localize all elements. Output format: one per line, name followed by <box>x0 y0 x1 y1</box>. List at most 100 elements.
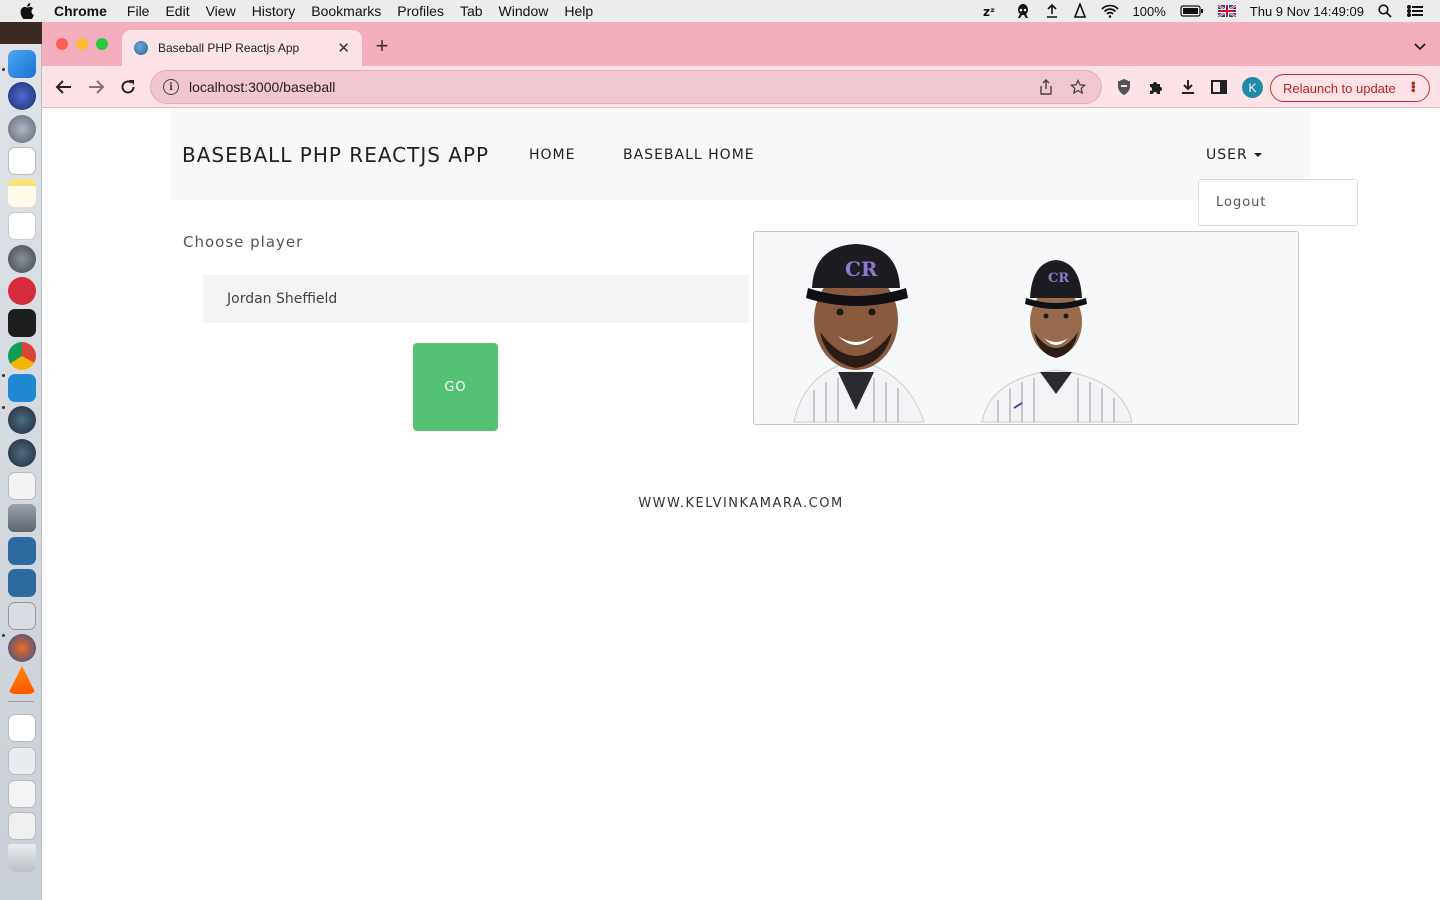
macos-menu-bar: Chrome File Edit View History Bookmarks … <box>0 0 1440 22</box>
firefox-icon[interactable] <box>8 634 36 662</box>
chrome-icon[interactable] <box>8 342 36 370</box>
battery-percent: 100% <box>1132 3 1166 19</box>
svg-text:CR: CR <box>1048 271 1069 286</box>
bookmark-star-icon[interactable] <box>1069 78 1087 96</box>
screenshot-icon[interactable] <box>8 747 36 775</box>
go-button[interactable]: GO <box>413 343 498 431</box>
menu-tab[interactable]: Tab <box>460 3 483 19</box>
menu-help[interactable]: Help <box>564 3 593 19</box>
dock-running-indicator <box>2 406 5 409</box>
player-headshot-large: CR <box>793 244 925 423</box>
terminal-icon[interactable] <box>8 309 36 337</box>
menu-bookmarks[interactable]: Bookmarks <box>311 3 381 19</box>
relaunch-to-update-button[interactable]: Relaunch to update ••• <box>1270 74 1430 102</box>
upload-icon[interactable] <box>1045 3 1059 19</box>
user-dropdown-toggle[interactable]: USER <box>1206 147 1262 163</box>
close-tab-icon[interactable]: ✕ <box>337 39 350 57</box>
menu-chrome[interactable]: Chrome <box>54 3 107 19</box>
page-viewport: BASEBALL PHP REACTJS APP HOME BASEBALL H… <box>42 109 1440 900</box>
sleep-icon[interactable]: zᶻ <box>983 4 1001 18</box>
share-icon[interactable] <box>1037 78 1055 96</box>
alien-icon[interactable] <box>1015 3 1031 19</box>
site-info-icon[interactable]: i <box>163 79 179 95</box>
menu-file[interactable]: File <box>127 3 150 19</box>
back-arrow-icon[interactable] <box>53 76 75 98</box>
extensions-puzzle-icon[interactable] <box>1145 76 1167 98</box>
profile-avatar[interactable]: K <box>1242 77 1263 98</box>
url-text[interactable]: localhost:3000/baseball <box>189 79 1037 95</box>
globe-favicon-icon <box>134 41 148 55</box>
clock[interactable]: Thu 9 Nov 14:49:09 <box>1250 4 1364 19</box>
uk-flag-icon[interactable] <box>1217 5 1236 17</box>
electron-icon[interactable] <box>8 439 36 467</box>
download-icon[interactable] <box>1177 76 1199 98</box>
menu-history[interactable]: History <box>252 3 296 19</box>
more-options-icon[interactable]: ••• <box>1406 81 1421 92</box>
battery-icon[interactable] <box>1180 5 1204 17</box>
player-photos: CR CR <box>793 244 1133 423</box>
vscode-icon[interactable] <box>8 374 36 402</box>
dock-running-indicator <box>2 68 5 71</box>
nav-link-baseball-home[interactable]: BASEBALL HOME <box>623 147 755 163</box>
creative-cloud-icon[interactable] <box>8 277 36 305</box>
menubar-status-area: zᶻ 100% Thu 9 Nov 14:49:09 <box>983 0 1424 22</box>
virtualbox-vm-icon[interactable] <box>8 569 36 597</box>
player-select[interactable]: Jordan Sheffield <box>203 275 749 323</box>
new-tab-button[interactable]: + <box>372 34 392 58</box>
document-icon[interactable] <box>8 714 36 742</box>
shield-extension-icon[interactable] <box>1113 76 1135 98</box>
control-center-icon[interactable] <box>1406 4 1424 18</box>
virtualbox-icon[interactable] <box>8 537 36 565</box>
trash-icon[interactable] <box>8 844 36 872</box>
forward-arrow-icon[interactable] <box>85 76 107 98</box>
system-preferences-icon[interactable] <box>8 245 36 273</box>
calendar-icon[interactable] <box>8 147 36 175</box>
relaunch-label: Relaunch to update <box>1283 80 1396 96</box>
launchpad-icon[interactable] <box>8 115 36 143</box>
safari-icon[interactable] <box>8 82 36 110</box>
dock-running-indicator <box>2 634 5 637</box>
finder-icon[interactable] <box>8 50 36 78</box>
zoom-window-button[interactable] <box>96 38 108 50</box>
spotlight-search-icon[interactable] <box>1378 4 1392 18</box>
tab-strip: Baseball PHP Reactjs App ✕ + <box>42 22 1440 66</box>
settings-app-icon[interactable] <box>8 602 36 630</box>
caret-down-icon <box>1253 153 1262 157</box>
address-bar[interactable]: i localhost:3000/baseball <box>150 70 1102 104</box>
menu-view[interactable]: View <box>206 3 236 19</box>
choose-player-label: Choose player <box>183 233 304 251</box>
macos-dock <box>0 44 42 900</box>
apple-icon[interactable] <box>18 3 36 19</box>
minimize-window-button[interactable] <box>76 38 88 50</box>
logout-menu-item[interactable]: Logout <box>1216 195 1267 210</box>
browser-toolbar: i localhost:3000/baseball K Relaunch to … <box>42 66 1440 108</box>
menu-edit[interactable]: Edit <box>165 3 189 19</box>
tab-baseball-app[interactable]: Baseball PHP Reactjs App ✕ <box>122 30 362 66</box>
database-icon[interactable] <box>8 504 36 532</box>
reload-icon[interactable] <box>117 76 139 98</box>
player-photo-card: CR CR <box>753 231 1299 425</box>
preview-icon[interactable] <box>8 780 36 808</box>
reminders-icon[interactable] <box>8 212 36 240</box>
footer-website[interactable]: WWW.KELVINKAMARA.COM <box>42 496 1440 511</box>
wifi-icon[interactable] <box>1100 4 1119 18</box>
notes-icon[interactable] <box>8 179 36 207</box>
tab-search-chevron-icon[interactable] <box>1414 38 1426 56</box>
vlc-icon[interactable] <box>1073 3 1087 19</box>
navbar-brand[interactable]: BASEBALL PHP REACTJS APP <box>182 143 489 167</box>
navbar: BASEBALL PHP REACTJS APP HOME BASEBALL H… <box>171 109 1311 200</box>
tab-title: Baseball PHP Reactjs App <box>158 41 300 55</box>
photos-folder-icon[interactable] <box>8 812 36 840</box>
menu-window[interactable]: Window <box>499 3 549 19</box>
gimp-icon[interactable] <box>8 472 36 500</box>
nav-link-home[interactable]: HOME <box>529 147 575 163</box>
user-dropdown-label: USER <box>1206 147 1248 163</box>
menu-profiles[interactable]: Profiles <box>397 3 444 19</box>
dock-running-indicator <box>2 374 5 377</box>
close-window-button[interactable] <box>56 38 68 50</box>
svg-text:CR: CR <box>845 257 878 281</box>
vlc-dock-icon[interactable] <box>8 666 36 694</box>
side-panel-icon[interactable] <box>1208 76 1230 98</box>
dock-separator <box>8 701 34 702</box>
atom-icon[interactable] <box>8 406 36 434</box>
